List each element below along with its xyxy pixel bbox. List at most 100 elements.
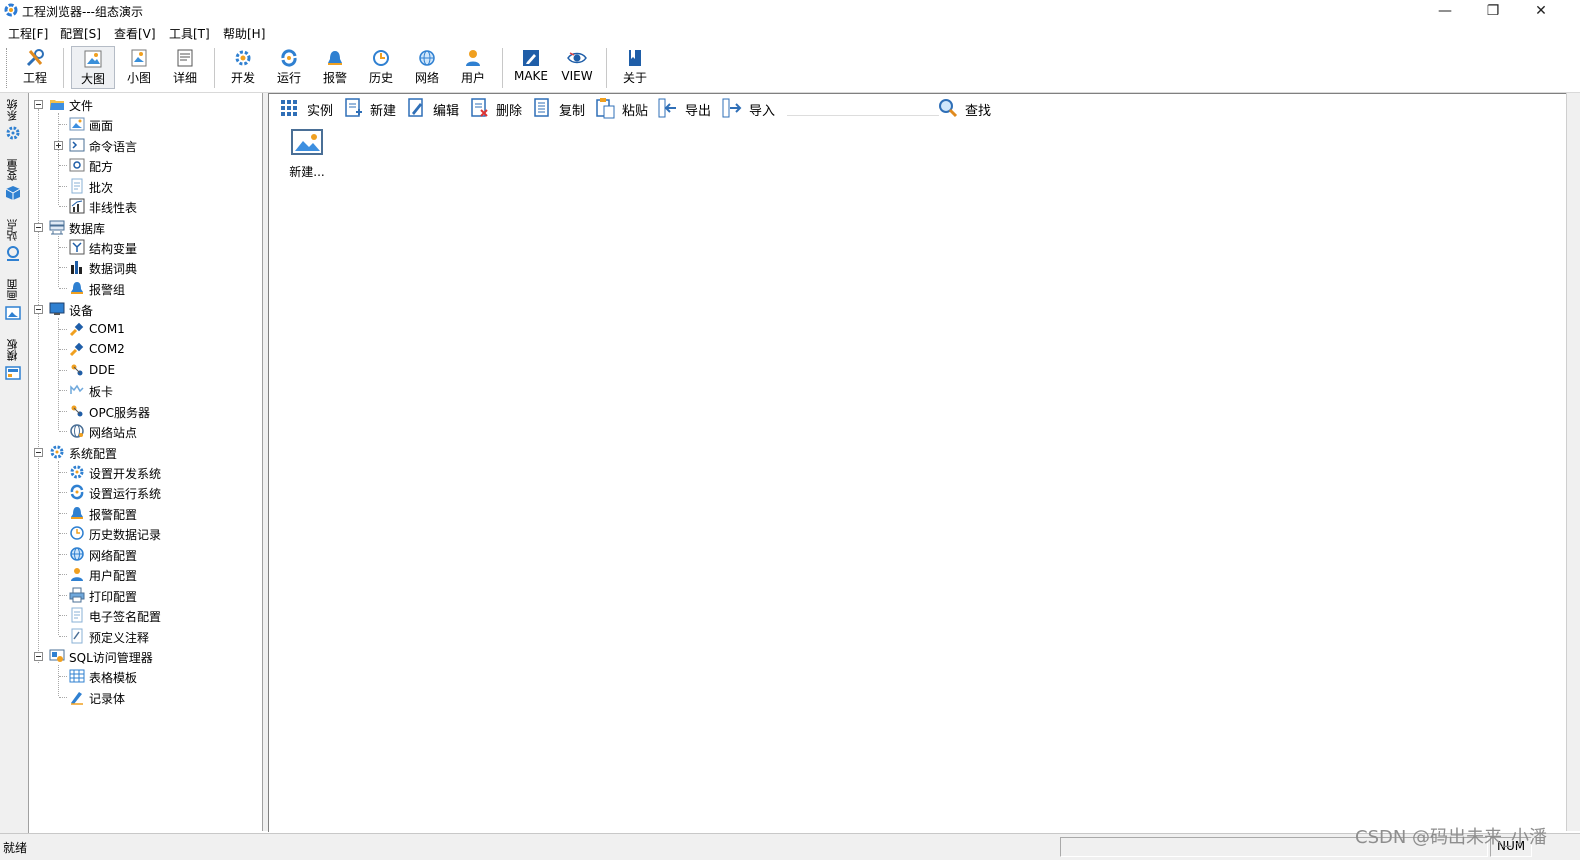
find-button[interactable]: 查找 (937, 97, 999, 119)
expander-file[interactable] (34, 100, 43, 109)
make-button[interactable]: MAKE (508, 46, 554, 89)
new-item[interactable]: 新建... (285, 128, 329, 180)
network-label: 网络 (414, 71, 439, 85)
toolbar-separator (606, 48, 607, 88)
new-item-label: 新建... (289, 165, 325, 179)
view-button[interactable]: VIEW (556, 46, 598, 89)
import-button[interactable]: 导入 (721, 97, 783, 119)
tree-connector (59, 390, 67, 391)
database-icon (49, 220, 65, 235)
minimize-button[interactable]: — (1422, 0, 1468, 22)
batch-icon (71, 178, 83, 194)
bar-chart-icon (71, 261, 82, 274)
menu-tools[interactable]: 工具[T] (169, 25, 210, 42)
new-button[interactable]: 新建 (342, 97, 404, 119)
large-icons-button[interactable]: 大图 (71, 46, 115, 89)
instance-button[interactable]: 实例 (279, 97, 341, 119)
side-tab-system[interactable]: 系统 (3, 99, 23, 144)
tree-node-sys-config-label: 系统配置 (69, 447, 118, 461)
run-icon (281, 49, 297, 67)
small-icons-button[interactable]: 小图 (118, 46, 160, 89)
paste-button[interactable]: 粘贴 (594, 97, 656, 119)
tree-connector (59, 574, 67, 575)
export-label: 导出 (685, 104, 712, 119)
delete-label: 删除 (496, 104, 523, 119)
find-label: 查找 (965, 104, 992, 119)
board-icon (70, 384, 84, 394)
copy-button[interactable]: 复制 (531, 97, 593, 119)
tree-node-file-label: 文件 (69, 99, 94, 113)
side-tab-templates[interactable]: 模板 (3, 339, 23, 384)
large-icons-icon (84, 50, 102, 68)
clock-icon (373, 50, 389, 66)
history-label: 历史 (368, 71, 393, 85)
user-button[interactable]: 用户 (452, 46, 494, 89)
edit-label: 编辑 (433, 104, 460, 119)
book-icon (629, 50, 641, 66)
side-tab-stations[interactable]: 站点 (3, 219, 23, 264)
export-arrow-icon (658, 98, 676, 118)
menu-config[interactable]: 配置[S] (60, 25, 101, 42)
tree-node-database-label: 数据库 (69, 222, 106, 236)
globe-icon (70, 547, 84, 561)
content-toolbar: 实例 新建 编辑 删除 复制 粘贴 导出 导入 查找 (269, 94, 1567, 120)
tree-node-set-run-label: 设置运行系统 (89, 487, 162, 501)
export-button[interactable]: 导出 (657, 97, 719, 119)
network-button[interactable]: 网络 (406, 46, 448, 89)
about-button[interactable]: 关于 (614, 46, 656, 89)
window-title: 工程浏览器---组态演示 (22, 5, 143, 19)
dde-icon (71, 364, 83, 376)
console-icon (69, 138, 85, 152)
tree-connector (59, 595, 67, 596)
tree-node-table-tpl-label: 表格模板 (89, 671, 138, 685)
expander-sys-config[interactable] (34, 448, 43, 457)
project-label: 工程 (22, 71, 47, 85)
close-button[interactable]: ✕ (1518, 0, 1564, 22)
small-icons-icon (131, 49, 147, 67)
instance-label: 实例 (307, 104, 334, 119)
bell-icon (328, 51, 342, 65)
restore-button[interactable]: ❐ (1470, 0, 1516, 22)
tree-node-nonlinear-label: 非线性表 (89, 201, 138, 215)
tree-connector (58, 665, 59, 696)
expander-sql[interactable] (34, 652, 43, 661)
small-icons-label: 小图 (126, 71, 151, 85)
eye-icon (567, 52, 587, 64)
expander-command-lang[interactable] (54, 141, 63, 150)
tree-node-user-cfg-label: 用户配置 (89, 569, 138, 583)
project-button[interactable]: 工程 (14, 46, 56, 89)
details-label: 详细 (172, 71, 197, 85)
expander-device[interactable] (34, 305, 43, 314)
tree-node-struct-var-label: 结构变量 (89, 242, 138, 256)
tree-node-alarm-cfg-label: 报警配置 (89, 508, 138, 522)
alarm-button[interactable]: 报警 (314, 46, 356, 89)
copy-label: 复制 (559, 104, 586, 119)
project-tree: 文件 画面 命令语言 配方 批次 非线性表 数据库 结构变量 数据词典 报警组 … (29, 93, 263, 831)
history-button[interactable]: 历史 (360, 46, 402, 89)
tree-connector (59, 533, 67, 534)
details-button[interactable]: 详细 (164, 46, 206, 89)
main-toolbar: 工程 大图 小图 详细 开发 运行 报警 历史 网络 用户 MAKE VIEW … (0, 44, 1580, 93)
develop-button[interactable]: 开发 (222, 46, 264, 89)
tree-node-predef-note-label: 预定义注释 (89, 631, 150, 645)
run-button[interactable]: 运行 (268, 46, 310, 89)
menu-view[interactable]: 查看[V] (114, 25, 156, 42)
about-label: 关于 (622, 71, 647, 85)
develop-gear-icon (70, 465, 84, 479)
delete-button[interactable]: 删除 (468, 97, 530, 119)
menu-project[interactable]: 工程[F] (8, 25, 48, 42)
tree-node-board-label: 板卡 (89, 385, 114, 399)
expander-database[interactable] (34, 223, 43, 232)
search-input[interactable] (787, 99, 939, 116)
edit-button[interactable]: 编辑 (405, 97, 467, 119)
bell-icon (71, 282, 83, 294)
toolbar-grip[interactable] (6, 48, 10, 88)
document-icon (71, 607, 83, 623)
side-tab-screens-label: 画面 (6, 279, 19, 301)
edit-icon (523, 50, 539, 66)
side-tab-screens[interactable]: 画面 (3, 279, 23, 324)
menu-help[interactable]: 帮助[H] (223, 25, 265, 42)
side-tab-variables[interactable]: 变量 (3, 159, 23, 204)
station-icon (7, 246, 19, 261)
develop-label: 开发 (230, 71, 255, 85)
